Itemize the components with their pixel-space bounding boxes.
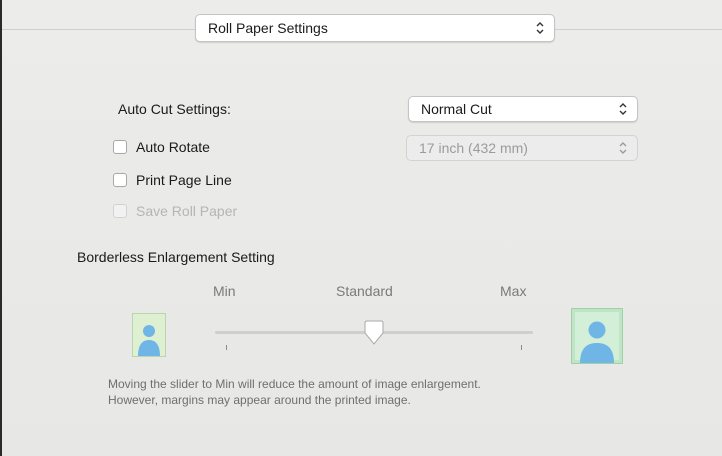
paper-size-popup: 17 inch (432 mm): [406, 135, 638, 161]
slider-tick-max: [521, 345, 522, 350]
enlargement-help-text: Moving the slider to Min will reduce the…: [108, 376, 668, 408]
enlargement-slider-thumb[interactable]: [362, 320, 386, 346]
up-down-chevron-icon: [534, 17, 546, 39]
print-page-line-label: Print Page Line: [136, 172, 232, 188]
print-dialog-panel: Roll Paper Settings Auto Cut Settings: N…: [0, 0, 722, 456]
help-text-line-1: Moving the slider to Min will reduce the…: [108, 377, 481, 391]
up-down-chevron-icon: [617, 138, 629, 160]
save-roll-paper-label: Save Roll Paper: [136, 203, 238, 219]
auto-rotate-checkbox[interactable]: [113, 140, 127, 154]
auto-cut-settings-label: Auto Cut Settings:: [118, 101, 231, 117]
auto-cut-popup[interactable]: Normal Cut: [408, 96, 638, 122]
slider-max-label: Max: [500, 283, 527, 299]
slider-standard-label: Standard: [336, 283, 393, 299]
print-page-line-checkbox[interactable]: [113, 173, 127, 187]
slider-tick-min: [226, 345, 227, 350]
slider-min-label: Min: [213, 283, 236, 299]
settings-mode-label: Roll Paper Settings: [208, 20, 328, 36]
auto-cut-value: Normal Cut: [421, 101, 492, 117]
paper-size-value: 17 inch (432 mm): [419, 140, 528, 156]
up-down-chevron-icon: [617, 99, 629, 121]
help-text-line-2: However, margins may appear around the p…: [108, 393, 411, 407]
save-roll-paper-checkbox: [113, 204, 127, 218]
auto-rotate-label: Auto Rotate: [136, 139, 210, 155]
large-enlargement-person-icon: [571, 308, 623, 369]
small-enlargement-person-icon: [132, 313, 166, 362]
settings-mode-popup[interactable]: Roll Paper Settings: [195, 14, 555, 42]
borderless-enlargement-title: Borderless Enlargement Setting: [77, 249, 275, 265]
